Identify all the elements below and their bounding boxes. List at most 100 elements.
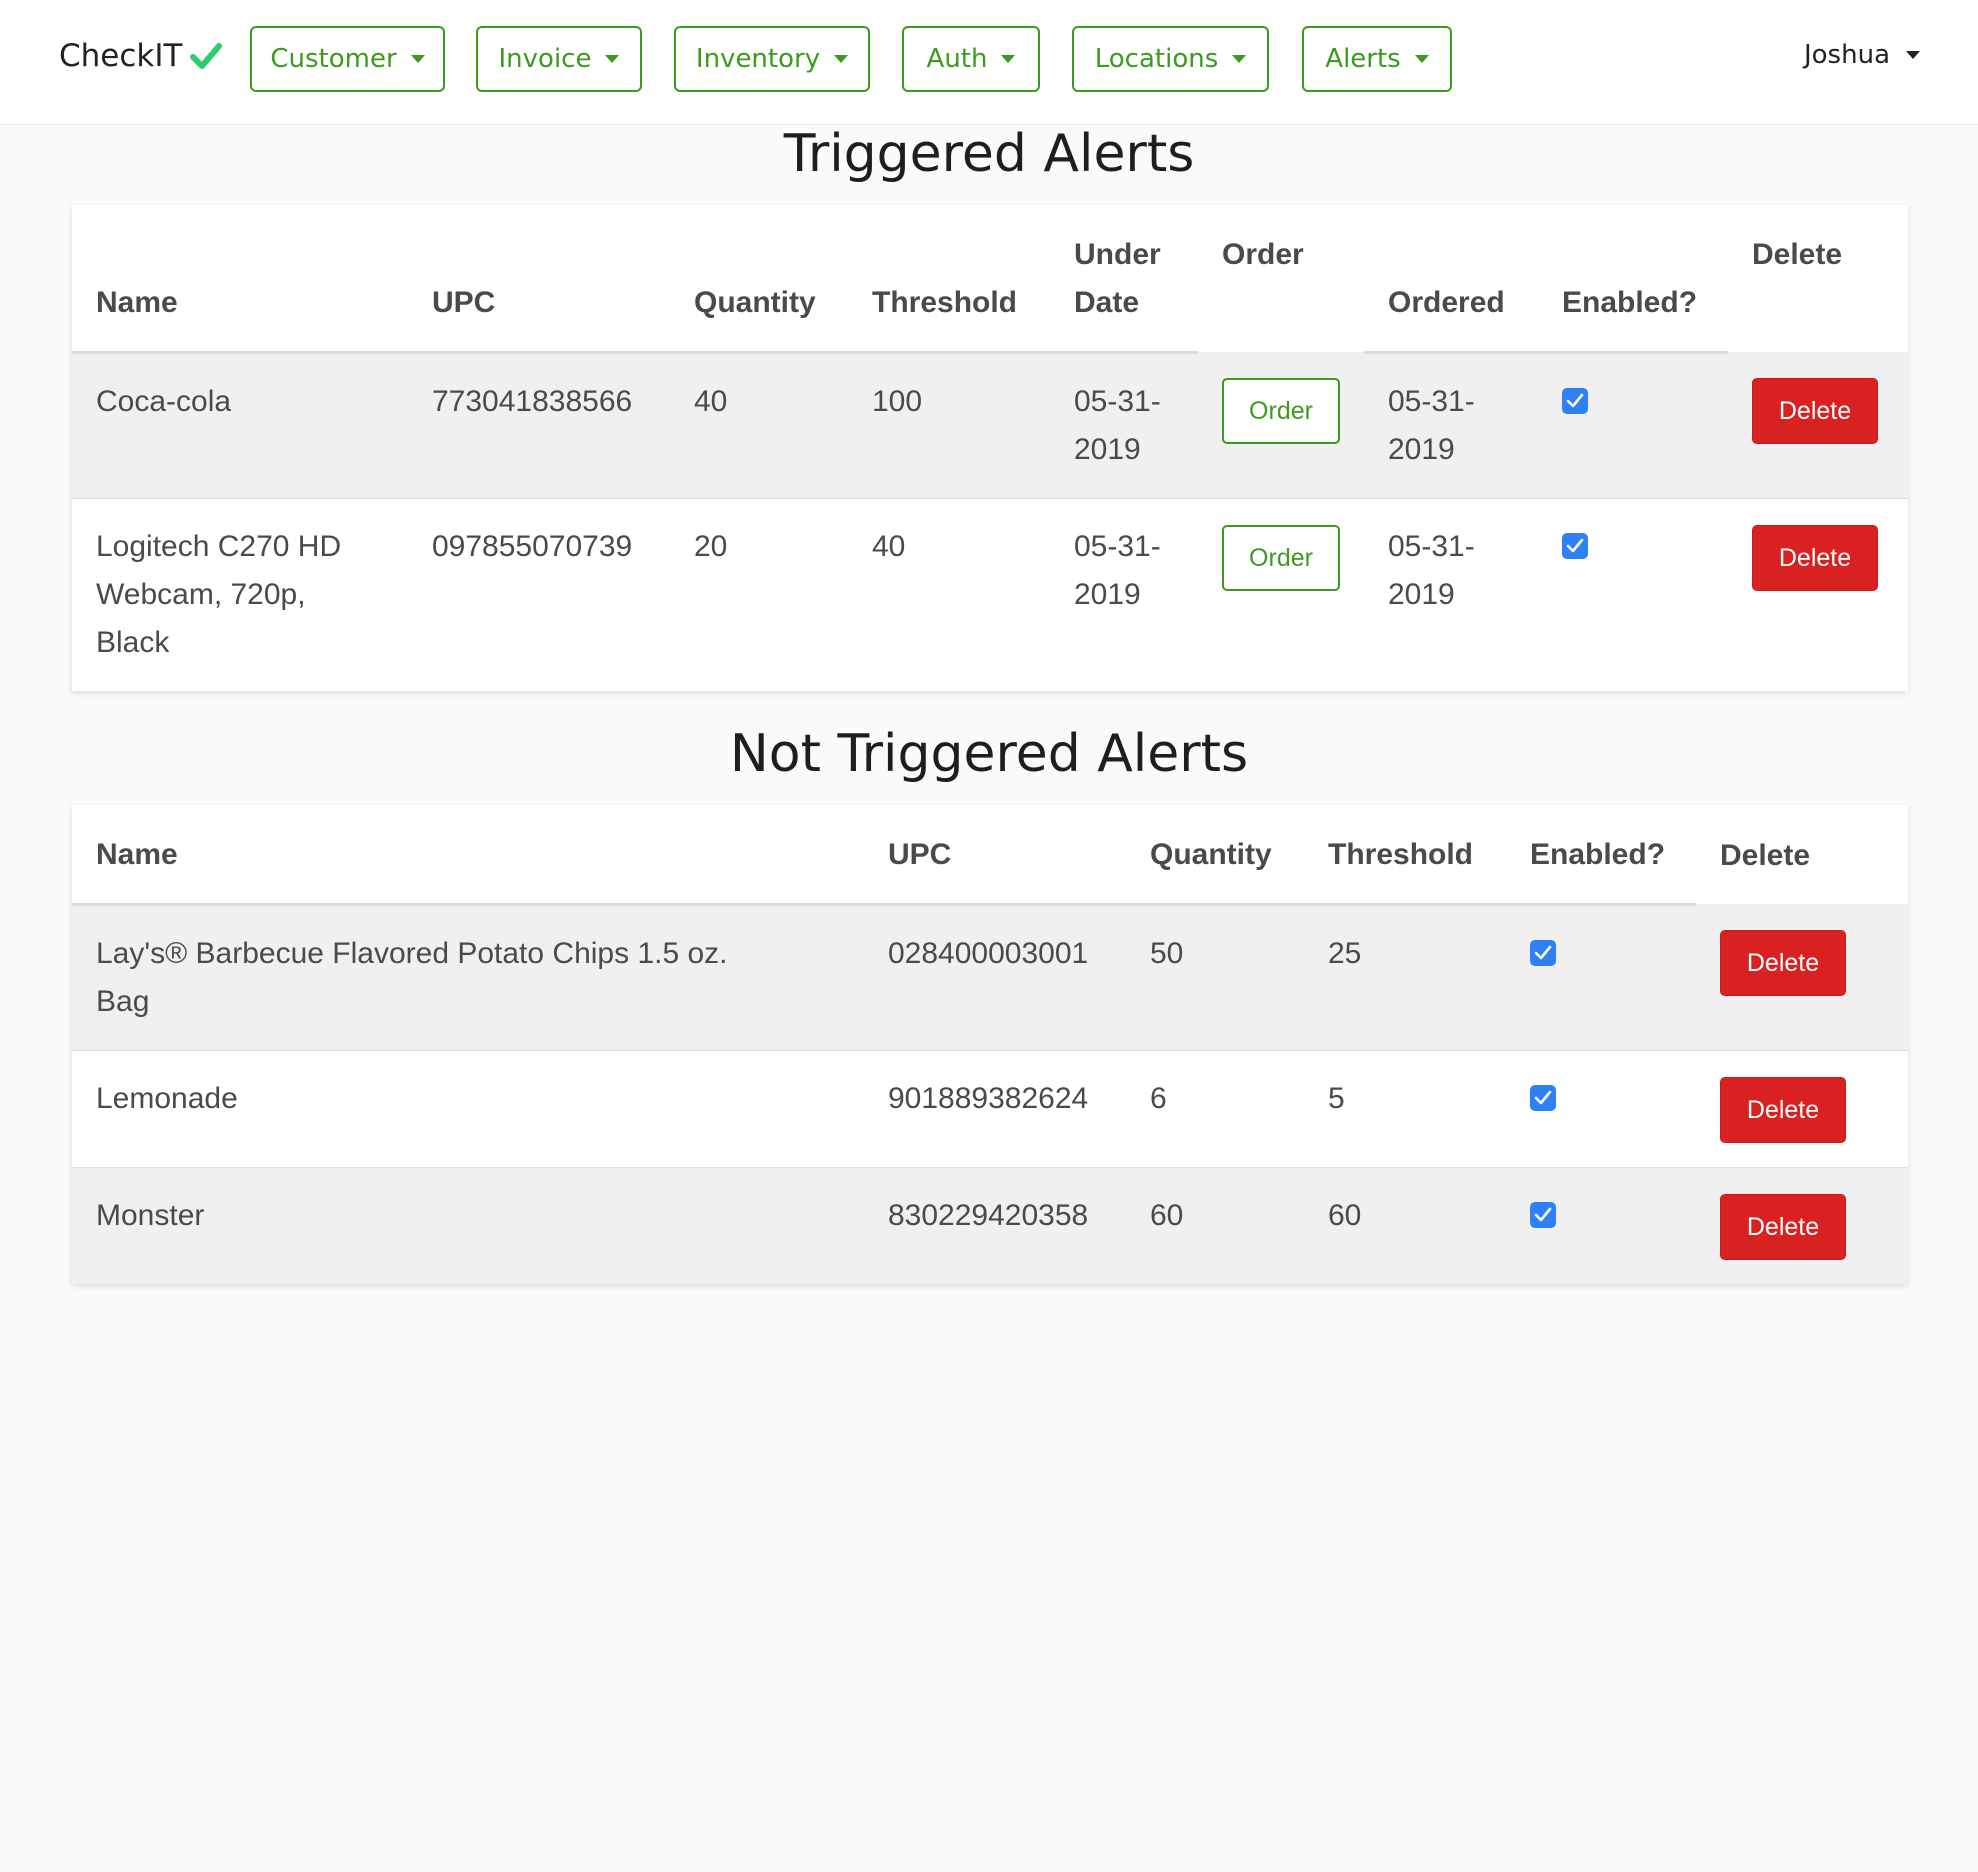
brand-name: CheckIT: [59, 38, 183, 74]
col-header-delete: Delete: [1728, 205, 1908, 352]
triggered-alerts-table: Name UPC Quantity Threshold Under Date O…: [72, 205, 1908, 691]
cell-upc: 028400003001: [888, 936, 1089, 970]
col-header-threshold: Threshold: [1304, 805, 1506, 906]
cell-delete: Delete: [1696, 1167, 1908, 1284]
date-line: 2019: [1074, 432, 1141, 466]
cell-quantity: 20: [694, 529, 728, 563]
cell-ordered: 05-31- 2019: [1364, 352, 1538, 498]
chevron-down-icon: [605, 55, 620, 63]
cell-delete: Delete: [1728, 352, 1908, 498]
date-line: 05-31-: [1074, 384, 1161, 418]
customer-menu-button[interactable]: Customer: [250, 26, 445, 92]
delete-button[interactable]: Delete: [1720, 1076, 1846, 1143]
order-button[interactable]: Order: [1222, 378, 1340, 444]
enabled-checkbox[interactable]: [1562, 387, 1588, 414]
table-row: Logitech C270 HD Webcam, 720p, Black 097…: [72, 498, 1908, 691]
not-triggered-alerts-title: Not Triggered Alerts: [729, 724, 1249, 784]
cell-enabled: [1506, 1167, 1696, 1284]
enabled-checkbox[interactable]: [1530, 1201, 1556, 1228]
cell-ordered: 05-31- 2019: [1364, 498, 1538, 691]
delete-button[interactable]: Delete: [1720, 930, 1846, 996]
auth-menu-label: Auth: [926, 44, 988, 74]
col-header-under-date-line1: Under: [1074, 237, 1161, 271]
enabled-checkbox[interactable]: [1530, 1084, 1556, 1111]
delete-button[interactable]: Delete: [1752, 378, 1878, 444]
name-line: Webcam, 720p,: [96, 577, 306, 611]
name-line: Coca-cola: [96, 384, 232, 418]
cell-under-date: 05-31- 2019: [1050, 498, 1198, 691]
chevron-down-icon: [1414, 55, 1429, 63]
cell-enabled: [1538, 498, 1728, 691]
date-line: 05-31-: [1388, 529, 1475, 563]
auth-menu-button[interactable]: Auth: [902, 26, 1040, 92]
table-header-row: Name UPC Quantity Threshold Enabled? Del…: [72, 805, 1908, 906]
user-name: Joshua: [1803, 40, 1890, 70]
locations-menu-label: Locations: [1094, 44, 1219, 74]
chevron-down-icon: [1906, 51, 1920, 59]
cell-upc: 097855070739: [432, 529, 633, 563]
chevron-down-icon: [834, 55, 849, 63]
alerts-menu-button[interactable]: Alerts: [1302, 26, 1452, 92]
enabled-checkbox[interactable]: [1530, 939, 1556, 966]
name-line: Lemonade: [96, 1081, 238, 1115]
invoice-menu-button[interactable]: Invoice: [476, 26, 642, 92]
col-header-delete: Delete: [1720, 839, 1811, 872]
col-header-enabled: Enabled?: [1506, 805, 1696, 906]
triggered-alerts-title: Triggered Alerts: [783, 124, 1195, 184]
alerts-menu-label: Alerts: [1325, 44, 1401, 74]
table-row: Monster 830229420358 60 60 Delete: [72, 1167, 1908, 1284]
table-row: Lemonade 901889382624 6 5 Delete: [72, 1050, 1908, 1167]
name-line: Monster: [96, 1198, 205, 1232]
date-line: 2019: [1388, 577, 1455, 611]
not-triggered-alerts-table: Name UPC Quantity Threshold Enabled? Del…: [72, 805, 1908, 1284]
name-line: Bag: [96, 984, 150, 1018]
cell-name: Monster: [72, 1167, 864, 1284]
locations-menu-button[interactable]: Locations: [1072, 26, 1269, 92]
cell-delete: Delete: [1728, 498, 1908, 691]
col-header-order: Order: [1198, 205, 1364, 352]
checkmark-icon: [1566, 393, 1584, 407]
col-header-threshold: Threshold: [848, 205, 1050, 354]
delete-button[interactable]: Delete: [1720, 1193, 1846, 1260]
check-icon: [190, 43, 223, 69]
col-header-enabled: Enabled?: [1538, 205, 1728, 354]
enabled-checkbox[interactable]: [1562, 532, 1588, 559]
chevron-down-icon: [1001, 55, 1016, 63]
date-line: 05-31-: [1388, 384, 1475, 418]
cell-name: Lay's® Barbecue Flavored Potato Chips 1.…: [72, 904, 864, 1050]
date-line: 2019: [1074, 577, 1141, 611]
inventory-menu-button[interactable]: Inventory: [674, 26, 870, 92]
customer-menu-label: Customer: [270, 44, 397, 74]
cell-delete: Delete: [1696, 904, 1908, 1050]
brand-logo[interactable]: CheckIT: [59, 38, 223, 74]
checkmark-icon: [1534, 1207, 1552, 1221]
table-header-row: Name UPC Quantity Threshold Under Date O…: [72, 205, 1908, 354]
cell-threshold: 40: [872, 529, 906, 563]
top-navbar: CheckIT Customer Invoice Inventory Auth …: [0, 0, 1978, 125]
cell-name: Logitech C270 HD Webcam, 720p, Black: [72, 498, 408, 691]
inventory-menu-label: Inventory: [695, 44, 821, 74]
delete-button[interactable]: Delete: [1752, 524, 1878, 591]
invoice-menu-label: Invoice: [498, 44, 592, 74]
cell-upc: 830229420358: [888, 1198, 1089, 1232]
table-row: Coca-cola 773041838566 40 100 05-31- 201…: [72, 352, 1908, 498]
cell-enabled: [1538, 352, 1728, 498]
col-header-ordered: Ordered: [1364, 205, 1538, 354]
order-button[interactable]: Order: [1222, 524, 1340, 591]
col-header-under-date-line2: Date: [1074, 285, 1140, 319]
table-row: Lay's® Barbecue Flavored Potato Chips 1.…: [72, 904, 1908, 1050]
cell-threshold: 5: [1328, 1081, 1345, 1115]
cell-quantity: 6: [1150, 1081, 1167, 1115]
checkmark-icon: [1566, 538, 1584, 552]
col-header-upc: UPC: [864, 805, 1126, 906]
cell-order: Order: [1198, 352, 1364, 498]
cell-upc: 901889382624: [888, 1081, 1089, 1115]
chevron-down-icon: [410, 55, 425, 63]
col-header-name: Name: [72, 805, 864, 906]
cell-enabled: [1506, 904, 1696, 1050]
cell-name: Lemonade: [72, 1050, 864, 1167]
date-line: 05-31-: [1074, 529, 1161, 563]
col-header-name: Name: [72, 205, 408, 354]
checkmark-icon: [1534, 1090, 1552, 1104]
user-menu[interactable]: Joshua: [1804, 40, 1920, 70]
